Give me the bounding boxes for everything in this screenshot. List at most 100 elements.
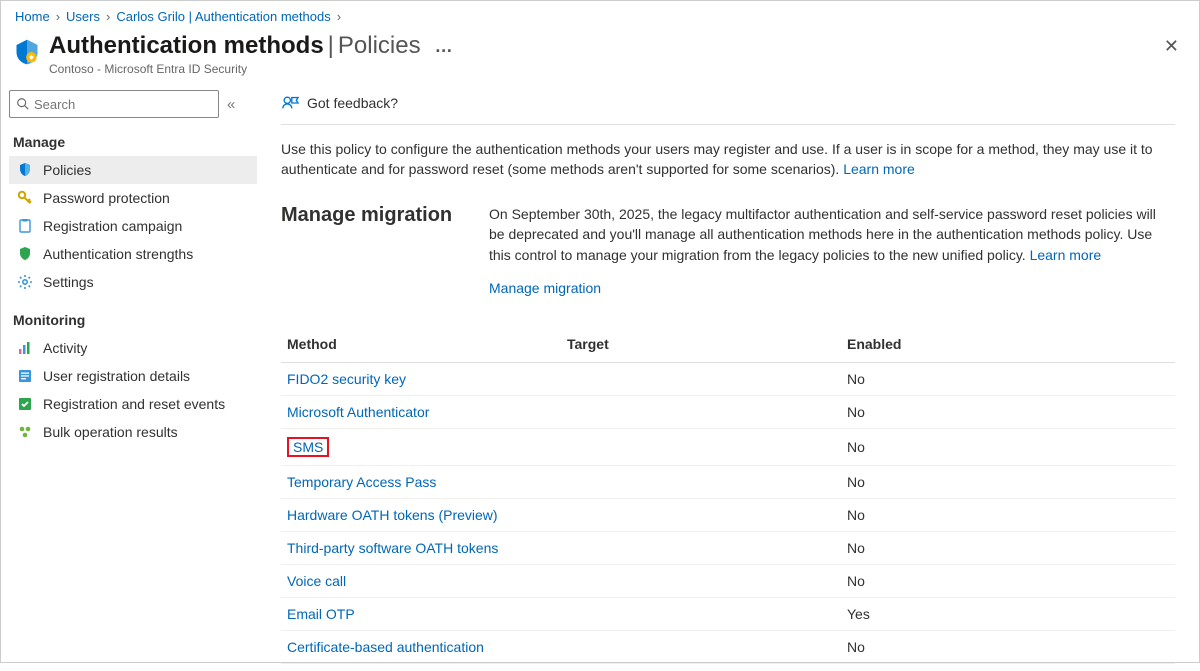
method-link[interactable]: SMS bbox=[293, 439, 323, 455]
sidebar-item-label: User registration details bbox=[43, 368, 190, 384]
auth-methods-icon bbox=[13, 38, 41, 66]
col-enabled: Enabled bbox=[841, 328, 1175, 363]
method-link[interactable]: FIDO2 security key bbox=[287, 371, 406, 387]
sidebar-item-label: Registration campaign bbox=[43, 218, 182, 234]
sidebar-item-label: Authentication strengths bbox=[43, 246, 193, 262]
chevron-right-icon: › bbox=[56, 9, 60, 24]
migration-section: Manage migration On September 30th, 2025… bbox=[281, 204, 1175, 299]
chevron-right-icon: › bbox=[337, 9, 341, 24]
target-cell bbox=[561, 429, 841, 466]
sidebar-item-label: Settings bbox=[43, 274, 94, 290]
target-cell bbox=[561, 631, 841, 664]
enabled-cell: Yes bbox=[841, 598, 1175, 631]
sidebar-item-label: Registration and reset events bbox=[43, 396, 225, 412]
sidebar-item-registration-campaign[interactable]: Registration campaign bbox=[9, 212, 257, 240]
breadcrumb-home[interactable]: Home bbox=[15, 9, 50, 24]
search-input[interactable] bbox=[34, 97, 212, 112]
highlight-box: SMS bbox=[287, 437, 329, 457]
table-row[interactable]: SMS No bbox=[281, 429, 1175, 466]
method-link[interactable]: Third-party software OATH tokens bbox=[287, 540, 498, 556]
feedback-button[interactable]: Got feedback? bbox=[281, 84, 1175, 125]
enabled-cell: No bbox=[841, 363, 1175, 396]
shield-icon bbox=[17, 246, 33, 262]
feedback-label: Got feedback? bbox=[307, 95, 398, 111]
breadcrumb-users[interactable]: Users bbox=[66, 9, 100, 24]
table-row[interactable]: FIDO2 security key No bbox=[281, 363, 1175, 396]
sidebar-item-user-registration-details[interactable]: User registration details bbox=[9, 362, 257, 390]
col-method: Method bbox=[281, 328, 561, 363]
feedback-icon bbox=[281, 94, 299, 112]
learn-more-link[interactable]: Learn more bbox=[843, 161, 915, 177]
search-input-wrapper[interactable] bbox=[9, 90, 219, 118]
enabled-cell: No bbox=[841, 631, 1175, 664]
sidebar-item-bulk-operation-results[interactable]: Bulk operation results bbox=[9, 418, 257, 446]
manage-migration-link[interactable]: Manage migration bbox=[489, 280, 601, 296]
target-cell bbox=[561, 598, 841, 631]
method-link[interactable]: Microsoft Authenticator bbox=[287, 404, 429, 420]
nav-section-manage: Manage bbox=[9, 128, 257, 156]
sidebar-item-label: Password protection bbox=[43, 190, 170, 206]
close-button[interactable]: ✕ bbox=[1160, 32, 1183, 61]
table-row[interactable]: Voice call No bbox=[281, 565, 1175, 598]
col-target: Target bbox=[561, 328, 841, 363]
sidebar-item-policies[interactable]: Policies bbox=[9, 156, 257, 184]
enabled-cell: No bbox=[841, 499, 1175, 532]
table-row[interactable]: Certificate-based authentication No bbox=[281, 631, 1175, 664]
sidebar-item-label: Bulk operation results bbox=[43, 424, 178, 440]
page-title-sub: Policies bbox=[338, 32, 421, 60]
sidebar-item-activity[interactable]: Activity bbox=[9, 334, 257, 362]
nav-section-monitoring: Monitoring bbox=[9, 306, 257, 334]
migration-learn-more-link[interactable]: Learn more bbox=[1030, 247, 1102, 263]
page-subtitle: Contoso - Microsoft Entra ID Security bbox=[49, 62, 1160, 76]
enabled-cell: No bbox=[841, 466, 1175, 499]
table-row[interactable]: Microsoft Authenticator No bbox=[281, 396, 1175, 429]
clipboard-icon bbox=[17, 218, 33, 234]
method-link[interactable]: Voice call bbox=[287, 573, 346, 589]
breadcrumb: Home › Users › Carlos Grilo | Authentica… bbox=[1, 1, 1199, 28]
table-row[interactable]: Hardware OATH tokens (Preview) No bbox=[281, 499, 1175, 532]
enabled-cell: No bbox=[841, 429, 1175, 466]
list-icon bbox=[17, 368, 33, 384]
chevron-right-icon: › bbox=[106, 9, 110, 24]
page-title-sep: | bbox=[328, 32, 334, 60]
table-row[interactable]: Temporary Access Pass No bbox=[281, 466, 1175, 499]
gear-icon bbox=[17, 274, 33, 290]
sidebar-item-password-protection[interactable]: Password protection bbox=[9, 184, 257, 212]
enabled-cell: No bbox=[841, 396, 1175, 429]
table-row[interactable]: Third-party software OATH tokens No bbox=[281, 532, 1175, 565]
sidebar-item-label: Policies bbox=[43, 162, 91, 178]
page-header: Authentication methods | Policies … Cont… bbox=[1, 28, 1199, 84]
method-link[interactable]: Certificate-based authentication bbox=[287, 639, 484, 655]
enabled-cell: No bbox=[841, 532, 1175, 565]
intro-text: Use this policy to configure the authent… bbox=[281, 125, 1175, 180]
events-icon bbox=[17, 396, 33, 412]
main-content: Got feedback? Use this policy to configu… bbox=[261, 84, 1199, 671]
search-icon bbox=[16, 97, 30, 111]
collapse-sidebar-icon[interactable]: « bbox=[227, 96, 235, 113]
target-cell bbox=[561, 499, 841, 532]
page-title-main: Authentication methods bbox=[49, 32, 324, 60]
target-cell bbox=[561, 532, 841, 565]
bulk-icon bbox=[17, 424, 33, 440]
method-link[interactable]: Hardware OATH tokens (Preview) bbox=[287, 507, 498, 523]
sidebar-item-label: Activity bbox=[43, 340, 87, 356]
chart-icon bbox=[17, 340, 33, 356]
method-link[interactable]: Temporary Access Pass bbox=[287, 474, 436, 490]
methods-table: Method Target Enabled FIDO2 security key… bbox=[281, 328, 1175, 664]
key-icon bbox=[17, 190, 33, 206]
target-cell bbox=[561, 363, 841, 396]
sidebar-item-auth-strengths[interactable]: Authentication strengths bbox=[9, 240, 257, 268]
breadcrumb-user-auth[interactable]: Carlos Grilo | Authentication methods bbox=[116, 9, 330, 24]
policies-icon bbox=[17, 162, 33, 178]
method-link[interactable]: Email OTP bbox=[287, 606, 355, 622]
sidebar-item-registration-reset-events[interactable]: Registration and reset events bbox=[9, 390, 257, 418]
page-title: Authentication methods | Policies … bbox=[49, 32, 1160, 60]
target-cell bbox=[561, 466, 841, 499]
more-icon[interactable]: … bbox=[435, 36, 454, 57]
enabled-cell: No bbox=[841, 565, 1175, 598]
table-row[interactable]: Email OTP Yes bbox=[281, 598, 1175, 631]
target-cell bbox=[561, 565, 841, 598]
migration-heading: Manage migration bbox=[281, 204, 461, 299]
sidebar: « Manage Policies Password protection Re… bbox=[1, 84, 261, 671]
sidebar-item-settings[interactable]: Settings bbox=[9, 268, 257, 296]
